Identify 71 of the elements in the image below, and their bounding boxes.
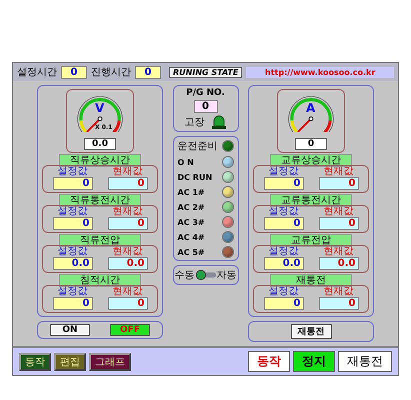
set-value-label: 설정값 (58, 206, 88, 217)
set-time-value: 0 (61, 66, 87, 78)
set-time-label: 설정시간 (17, 66, 57, 79)
gauge-reading: 0 (295, 138, 327, 150)
panel-button[interactable]: 재통전 (290, 324, 332, 339)
action-button[interactable]: 동작 (248, 351, 290, 372)
set-value-field[interactable]: 0 (264, 297, 304, 310)
current-value-label: 현재값 (112, 286, 142, 297)
lamp-label: AC 1# (178, 188, 205, 196)
website-url: http://www.koosoo.co.kr (246, 66, 394, 78)
parameter-title: 교류전압 (270, 234, 352, 247)
current-value-label: 현재값 (112, 246, 142, 257)
parameter-title: 직류통전시간 (59, 194, 141, 207)
set-value-label: 설정값 (268, 246, 298, 257)
lamp-label: AC 5# (178, 248, 205, 256)
set-value-field[interactable]: 0.0 (264, 257, 304, 270)
current-value-field: 0 (108, 217, 148, 230)
screen-tab[interactable]: 그래프 (89, 352, 131, 370)
lamp-label: O N (178, 158, 194, 166)
parameter-title: 재통전 (270, 274, 352, 287)
current-value-field: 0 (318, 297, 358, 310)
pg-number-label: P/G NO. (186, 88, 225, 98)
lamp-label: AC 3# (178, 218, 205, 226)
set-value-label: 설정값 (58, 166, 88, 177)
elapsed-time-value: 0 (135, 66, 161, 78)
set-value-label: 설정값 (268, 206, 298, 217)
elapsed-time-label: 진행시간 (91, 66, 131, 79)
current-value-label: 현재값 (112, 206, 142, 217)
current-value-label: 현재값 (324, 246, 354, 257)
manual-label: 수동 (174, 269, 194, 282)
screen-tab[interactable]: 편집 (54, 352, 86, 370)
state-banner: RUNING STATE (169, 66, 242, 78)
gauge-reading: 0.0 (84, 138, 116, 150)
parameter-title: 교류통전시간 (270, 194, 352, 207)
parameter-title: 침적시간 (59, 274, 141, 287)
current-value-field: 0 (108, 177, 148, 190)
set-value-field[interactable]: 0 (52, 217, 92, 230)
set-value-field[interactable]: 0 (264, 217, 304, 230)
screen-tab[interactable]: 동작 (19, 352, 51, 370)
set-value-label: 설정값 (58, 286, 88, 297)
lamp-label: DC RUN (178, 172, 212, 182)
parameter-title: 교류상승시간 (270, 154, 352, 167)
gauge-unit: V (95, 101, 104, 115)
set-value-label: 설정값 (268, 166, 298, 177)
auto-label: 자동 (216, 269, 236, 282)
set-value-label: 설정값 (58, 246, 88, 257)
current-value-label: 현재값 (324, 166, 354, 177)
current-value-label: 현재값 (324, 286, 354, 297)
lamp-label: AC 4# (178, 232, 205, 242)
current-value-label: 현재값 (112, 166, 142, 177)
current-value-field: 0.0 (108, 257, 148, 270)
panel-button[interactable]: ON (50, 324, 90, 336)
set-value-field[interactable]: 0.0 (52, 257, 92, 270)
set-value-field[interactable]: 0 (52, 297, 92, 310)
parameter-title: 직류전압 (59, 234, 141, 247)
parameter-title: 직류상승시간 (59, 154, 141, 167)
current-value-field: 0 (318, 177, 358, 190)
fault-label: 고장 (184, 116, 204, 129)
action-button[interactable]: 재통전 (338, 351, 392, 372)
lamp-label: AC 2# (178, 202, 205, 212)
action-button[interactable]: 정지 (293, 351, 335, 372)
current-value-label: 현재값 (324, 206, 354, 217)
set-value-label: 설정값 (268, 286, 298, 297)
pg-number-value: 0 (194, 100, 218, 113)
gauge-unit: A (306, 101, 316, 115)
current-value-field: 0.0 (318, 257, 358, 270)
current-value-field: 0 (318, 217, 358, 230)
set-value-field[interactable]: 0 (264, 177, 304, 190)
ready-label: 운전준비 (178, 140, 218, 153)
set-value-field[interactable]: 0 (52, 177, 92, 190)
current-value-field: 0 (108, 297, 148, 310)
